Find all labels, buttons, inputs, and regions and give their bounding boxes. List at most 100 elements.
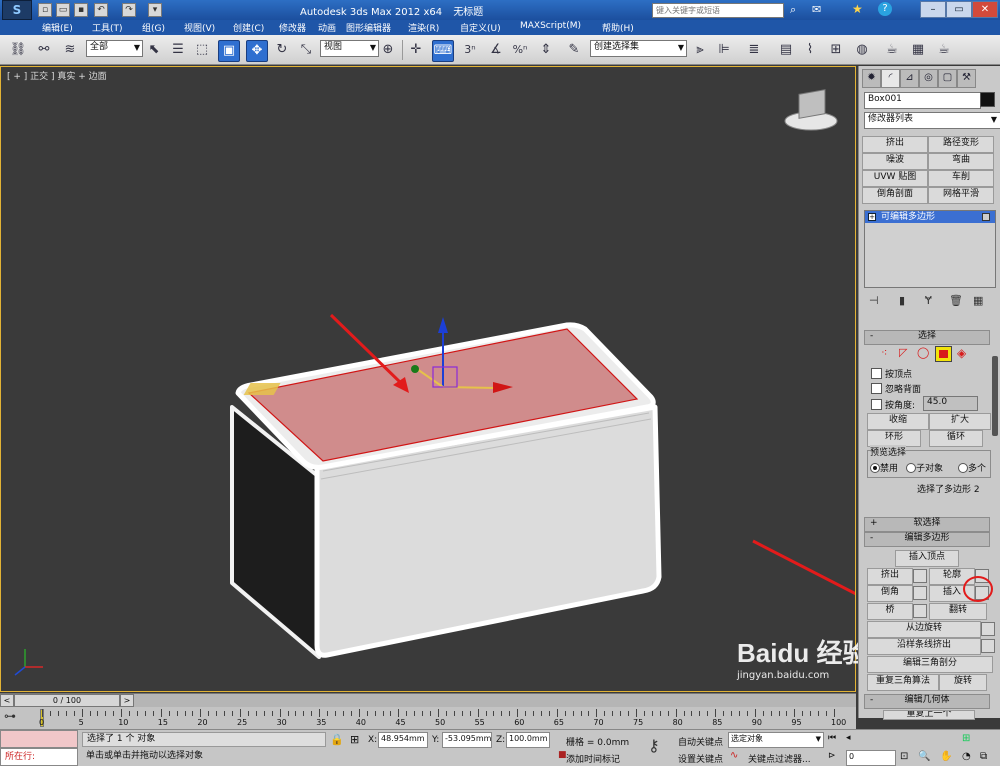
- object-color-swatch[interactable]: [980, 92, 995, 107]
- orbit-icon[interactable]: ◔: [962, 751, 971, 762]
- select-and-scale-icon[interactable]: ⤡: [296, 40, 316, 60]
- schematic-view-icon[interactable]: ⊞: [826, 40, 846, 60]
- keyboard-shortcut-override-icon[interactable]: ⌨: [432, 40, 454, 62]
- render-production-icon[interactable]: ☕: [934, 40, 954, 60]
- zoom-icon[interactable]: 🔍: [918, 751, 930, 762]
- minimize-button[interactable]: –: [920, 1, 946, 18]
- edit-polygons-rollout-header[interactable]: - 编辑多边形: [864, 532, 990, 547]
- hinge-from-edge-button[interactable]: 从边旋转: [867, 621, 981, 638]
- repeat-last-button[interactable]: 重复上一个: [883, 710, 975, 720]
- angle-snap-icon[interactable]: ∡: [486, 40, 506, 60]
- lock-selection-icon[interactable]: 🔒: [330, 733, 344, 746]
- stack-item-editable-poly[interactable]: 可编辑多边形: [865, 211, 995, 223]
- modifier-meshsmooth-button[interactable]: 网格平滑: [928, 187, 994, 204]
- graphite-ribbon-icon[interactable]: ▤: [776, 40, 796, 60]
- element-mode-icon[interactable]: ◈: [957, 346, 966, 360]
- menu-graph-editors[interactable]: 图形编辑器: [346, 21, 391, 34]
- align-icon[interactable]: ⊫: [714, 40, 734, 60]
- y-coordinate-field[interactable]: -53.095mm: [442, 732, 492, 748]
- configure-sets-icon[interactable]: ▦: [973, 294, 983, 307]
- search-icon[interactable]: ⌕: [790, 3, 796, 17]
- track-bar[interactable]: ⊶ 0 5 10 15 20 25 30 35 40 45 50 55 60 65 70 75 80 85 90 95…: [0, 707, 856, 729]
- perspective-viewport[interactable]: [ + ] 正交 ] 真实 + 边面 Baidu 经验 jingyan.baid…: [0, 66, 868, 692]
- turn-button[interactable]: 旋转: [939, 674, 987, 691]
- modifier-lathe-button[interactable]: 车削: [928, 170, 994, 187]
- soft-selection-rollout-header[interactable]: + 软选择: [864, 517, 990, 532]
- create-tab-icon[interactable]: ✹: [862, 69, 881, 88]
- script-listener-line[interactable]: 所在行:: [0, 748, 78, 766]
- display-tab-icon[interactable]: ▢: [938, 69, 957, 88]
- polygon-mode-icon[interactable]: [935, 346, 952, 362]
- current-frame-field[interactable]: 0: [846, 750, 896, 766]
- select-manipulate-icon[interactable]: ✛: [406, 40, 426, 60]
- menu-animation[interactable]: 动画: [318, 21, 336, 34]
- mirror-icon[interactable]: ⫸: [690, 40, 710, 60]
- quick-access-dropdown-icon[interactable]: ▾: [148, 3, 162, 17]
- selected-set-dropdown[interactable]: 选定对象 ▼: [728, 732, 824, 748]
- reference-coordinate-dropdown[interactable]: 视图 ▼: [320, 40, 379, 57]
- slider-prev-icon[interactable]: <: [0, 694, 14, 707]
- maximize-button[interactable]: ▭: [946, 1, 972, 18]
- auto-key-label[interactable]: 自动关键点: [678, 735, 723, 748]
- menu-help[interactable]: 帮助(H): [602, 21, 634, 34]
- bridge-settings-icon[interactable]: [913, 604, 927, 618]
- retriangulate-button[interactable]: 重复三角算法: [867, 674, 939, 691]
- pin-stack-icon[interactable]: ⊣: [869, 294, 879, 307]
- border-mode-icon[interactable]: ◯: [917, 346, 929, 359]
- extrude-spline-settings-icon[interactable]: [981, 639, 995, 653]
- add-time-tag-text[interactable]: 添加时间标记: [566, 752, 620, 765]
- menu-edit[interactable]: 编辑(E): [42, 21, 73, 34]
- menu-maxscript[interactable]: MAXScript(M): [520, 21, 581, 31]
- rendered-frame-icon[interactable]: ▦: [908, 40, 928, 60]
- select-by-name-icon[interactable]: ☰: [168, 40, 188, 60]
- close-button[interactable]: ✕: [972, 1, 998, 18]
- pivot-center-icon[interactable]: ⊕: [378, 40, 398, 60]
- maxscript-mini-listener[interactable]: [0, 730, 78, 748]
- modifier-uvw-map-button[interactable]: UVW 贴图: [862, 170, 928, 187]
- absolute-mode-icon[interactable]: ⊞: [350, 733, 359, 746]
- modifier-extrude-button[interactable]: 挤出: [862, 136, 928, 153]
- make-unique-icon[interactable]: Ɏ: [925, 294, 932, 307]
- by-vertex-checkbox[interactable]: [871, 368, 882, 379]
- preview-off-radio[interactable]: [870, 463, 880, 473]
- extrude-along-spline-button[interactable]: 沿样条线挤出: [867, 638, 981, 655]
- menu-views[interactable]: 视图(V): [184, 21, 215, 34]
- modifier-noise-button[interactable]: 噪波: [862, 153, 928, 170]
- bevel-button[interactable]: 倒角: [867, 585, 913, 602]
- x-coordinate-field[interactable]: 48.954mm: [378, 732, 428, 748]
- material-editor-icon[interactable]: ◍: [852, 40, 872, 60]
- vertex-mode-icon[interactable]: ⁖: [881, 346, 887, 359]
- communication-icon[interactable]: ✉: [812, 3, 821, 16]
- menu-modifiers[interactable]: 修改器: [279, 21, 306, 34]
- layer-manager-icon[interactable]: ≣: [744, 40, 764, 60]
- object-name-field[interactable]: Box001: [864, 92, 981, 109]
- stack-toggle-icon[interactable]: [982, 213, 990, 221]
- modifier-list-dropdown[interactable]: 修改器列表 ▼: [864, 112, 1000, 129]
- menu-group[interactable]: 组(G): [142, 21, 165, 34]
- modifier-bend-button[interactable]: 弯曲: [928, 153, 994, 170]
- redo-icon[interactable]: ↷: [122, 3, 136, 17]
- percent-snap-icon[interactable]: %ⁿ: [510, 40, 530, 60]
- hierarchy-tab-icon[interactable]: ⊿: [900, 69, 919, 88]
- snap-toggle-icon[interactable]: 3ⁿ: [460, 40, 480, 60]
- loop-button[interactable]: 循环: [929, 430, 983, 447]
- spinner-snap-icon[interactable]: ⇕: [536, 40, 556, 60]
- named-selection-dropdown[interactable]: 创建选择集 ▼: [590, 40, 687, 57]
- shrink-button[interactable]: 收缩: [867, 413, 929, 430]
- motion-tab-icon[interactable]: ◎: [919, 69, 938, 88]
- set-key-label[interactable]: 设置关键点: [678, 752, 723, 765]
- ignore-backface-checkbox[interactable]: [871, 383, 882, 394]
- panel-scrollbar[interactable]: [992, 356, 998, 436]
- select-and-rotate-icon[interactable]: ↻: [272, 40, 292, 60]
- grow-button[interactable]: 扩大: [929, 413, 991, 430]
- insert-vertex-button[interactable]: 插入顶点: [895, 550, 959, 567]
- slider-next-icon[interactable]: >: [120, 694, 134, 707]
- preview-multi-radio[interactable]: [958, 463, 968, 473]
- select-and-move-icon[interactable]: ✥: [246, 40, 268, 62]
- bridge-button[interactable]: 桥: [867, 603, 913, 620]
- favorites-icon[interactable]: ★: [852, 2, 863, 16]
- menu-create[interactable]: 创建(C): [233, 21, 264, 34]
- render-setup-icon[interactable]: ☕: [882, 40, 902, 60]
- extrude-button[interactable]: 挤出: [867, 568, 913, 585]
- extrude-settings-icon[interactable]: [913, 569, 927, 583]
